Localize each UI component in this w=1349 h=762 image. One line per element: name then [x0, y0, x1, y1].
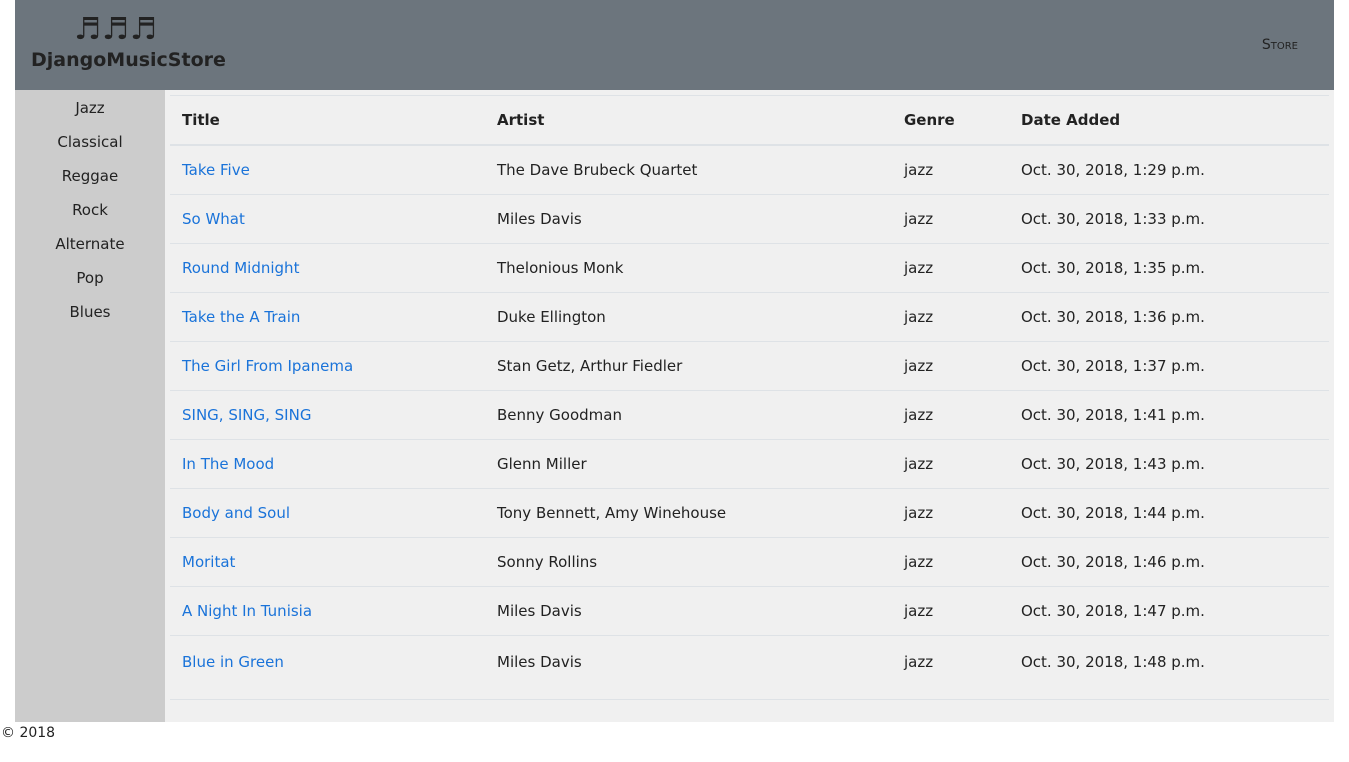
sidebar-item-jazz[interactable]: Jazz: [15, 91, 165, 125]
column-header-title: Title: [170, 95, 485, 146]
genre-cell: jazz: [892, 586, 1009, 636]
sidebar-item-blues[interactable]: Blues: [15, 295, 165, 329]
date-added-cell: Oct. 30, 2018, 1:48 p.m.: [1021, 653, 1205, 671]
song-title-link[interactable]: The Girl From Ipanema: [182, 357, 353, 375]
artist-cell: Miles Davis: [485, 194, 892, 244]
artist-cell: Sonny Rollins: [485, 537, 892, 587]
song-title-link[interactable]: Take the A Train: [182, 308, 300, 326]
genre-cell: jazz: [892, 537, 1009, 587]
nav-store-link[interactable]: Store: [1262, 37, 1298, 53]
genre-cell: jazz: [892, 341, 1009, 391]
genre-cell: jazz: [892, 439, 1009, 489]
date-added-cell: Oct. 30, 2018, 1:44 p.m.: [1009, 488, 1329, 538]
genre-cell: jazz: [892, 292, 1009, 342]
artist-cell: Miles Davis: [485, 586, 892, 636]
date-added-cell: Oct. 30, 2018, 1:29 p.m.: [1009, 145, 1329, 195]
genre-cell: jazz: [892, 488, 1009, 538]
date-added-cell: Oct. 30, 2018, 1:46 p.m.: [1009, 537, 1329, 587]
column-header-date-added: Date Added: [1009, 95, 1329, 146]
artist-cell: Stan Getz, Arthur Fiedler: [485, 341, 892, 391]
artist-cell: Miles Davis: [497, 653, 582, 671]
date-added-cell: Oct. 30, 2018, 1:36 p.m.: [1009, 292, 1329, 342]
table-bottom-divider: [170, 699, 1329, 700]
song-title-link[interactable]: SING, SING, SING: [182, 406, 311, 424]
songs-table: Title Artist Genre Date Added Take Five The …: [170, 95, 1329, 688]
song-title-cell: Blue in Green: [170, 636, 485, 689]
table-row: Blue in Green Miles Davis jazz Oct. 30, 201…: [170, 636, 1329, 689]
song-title-cell: Moritat: [170, 537, 485, 587]
song-title-cell: A Night In Tunisia: [170, 586, 485, 636]
main-content: Title Artist Genre Date Added Take Five The …: [165, 90, 1334, 722]
song-title-cell: Body and Soul: [170, 488, 485, 538]
song-title-cell: Take Five: [170, 145, 485, 195]
date-added-cell: Oct. 30, 2018, 1:47 p.m.: [1009, 586, 1329, 636]
date-added-cell: Oct. 30, 2018, 1:35 p.m.: [1009, 243, 1329, 293]
app-container: ♬♬♬ DjangoMusicStore Store Jazz Classical…: [15, 0, 1334, 722]
song-title-cell: Take the A Train: [170, 292, 485, 342]
artist-cell: Duke Ellington: [485, 292, 892, 342]
song-title-cell: The Girl From Ipanema: [170, 341, 485, 391]
artist-cell: Benny Goodman: [485, 390, 892, 440]
table-row: Take Five The Dave Brubeck Quartet jazz Oct…: [170, 145, 1329, 195]
table-row: So What Miles Davis jazz Oct. 30, 2018, 1:3…: [170, 194, 1329, 244]
table-row: Take the A Train Duke Ellington jazz Oct. 3…: [170, 292, 1329, 342]
artist-cell: Thelonious Monk: [485, 243, 892, 293]
artist-cell: Tony Bennett, Amy Winehouse: [485, 488, 892, 538]
table-row: In The Mood Glenn Miller jazz Oct. 30, 2018…: [170, 439, 1329, 489]
sidebar-item-pop[interactable]: Pop: [15, 261, 165, 295]
table-row: Round Midnight Thelonious Monk jazz Oct. 30…: [170, 243, 1329, 293]
table-row: The Girl From Ipanema Stan Getz, Arthur F…: [170, 341, 1329, 391]
footer-copyright: © 2018: [1, 725, 56, 741]
song-title-link[interactable]: Body and Soul: [182, 504, 290, 522]
date-added-cell: Oct. 30, 2018, 1:37 p.m.: [1009, 341, 1329, 391]
date-added-cell: Oct. 30, 2018, 1:33 p.m.: [1009, 194, 1329, 244]
table-body: Take Five The Dave Brubeck Quartet jazz Oct…: [170, 145, 1329, 688]
music-notes-icon: ♬♬♬: [74, 12, 158, 47]
genre-list: Jazz Classical Reggae Rock Alternate Pop Blues: [15, 90, 165, 329]
genre-sidebar: Jazz Classical Reggae Rock Alternate Pop Blues: [15, 90, 165, 722]
artist-cell: The Dave Brubeck Quartet: [485, 145, 892, 195]
song-title-cell: Round Midnight: [170, 243, 485, 293]
song-title-cell: So What: [170, 194, 485, 244]
sidebar-item-alternate[interactable]: Alternate: [15, 227, 165, 261]
table-row: A Night In Tunisia Miles Davis jazz Oct. 30…: [170, 586, 1329, 636]
column-header-artist: Artist: [485, 95, 892, 146]
site-name: DjangoMusicStore: [31, 49, 226, 71]
site-logo[interactable]: ♬♬♬ DjangoMusicStore: [31, 12, 226, 72]
table-row: Moritat Sonny Rollins jazz Oct. 30, 2018, 1…: [170, 537, 1329, 587]
site-header: ♬♬♬ DjangoMusicStore Store: [15, 0, 1334, 90]
song-title-cell: In The Mood: [170, 439, 485, 489]
sidebar-item-reggae[interactable]: Reggae: [15, 159, 165, 193]
genre-cell: jazz: [904, 653, 934, 671]
column-header-genre: Genre: [892, 95, 1009, 146]
date-added-cell: Oct. 30, 2018, 1:41 p.m.: [1009, 390, 1329, 440]
table-header-row: Title Artist Genre Date Added: [170, 95, 1329, 146]
genre-cell: jazz: [892, 194, 1009, 244]
song-title-link[interactable]: Moritat: [182, 553, 235, 571]
artist-cell: Glenn Miller: [485, 439, 892, 489]
song-title-link[interactable]: In The Mood: [182, 455, 274, 473]
genre-cell: jazz: [892, 390, 1009, 440]
sidebar-item-rock[interactable]: Rock: [15, 193, 165, 227]
date-added-cell: Oct. 30, 2018, 1:43 p.m.: [1009, 439, 1329, 489]
genre-cell: jazz: [892, 243, 1009, 293]
sidebar-item-classical[interactable]: Classical: [15, 125, 165, 159]
genre-cell: jazz: [892, 145, 1009, 195]
song-title-link[interactable]: Take Five: [182, 161, 250, 179]
song-title-link[interactable]: Round Midnight: [182, 259, 299, 277]
song-title-cell: SING, SING, SING: [170, 390, 485, 440]
table-row: Body and Soul Tony Bennett, Amy Winehouse…: [170, 488, 1329, 538]
song-title-link[interactable]: A Night In Tunisia: [182, 602, 312, 620]
song-title-link[interactable]: So What: [182, 210, 245, 228]
song-title-link[interactable]: Blue in Green: [182, 653, 284, 671]
table-row: SING, SING, SING Benny Goodman jazz Oct. 30…: [170, 390, 1329, 440]
